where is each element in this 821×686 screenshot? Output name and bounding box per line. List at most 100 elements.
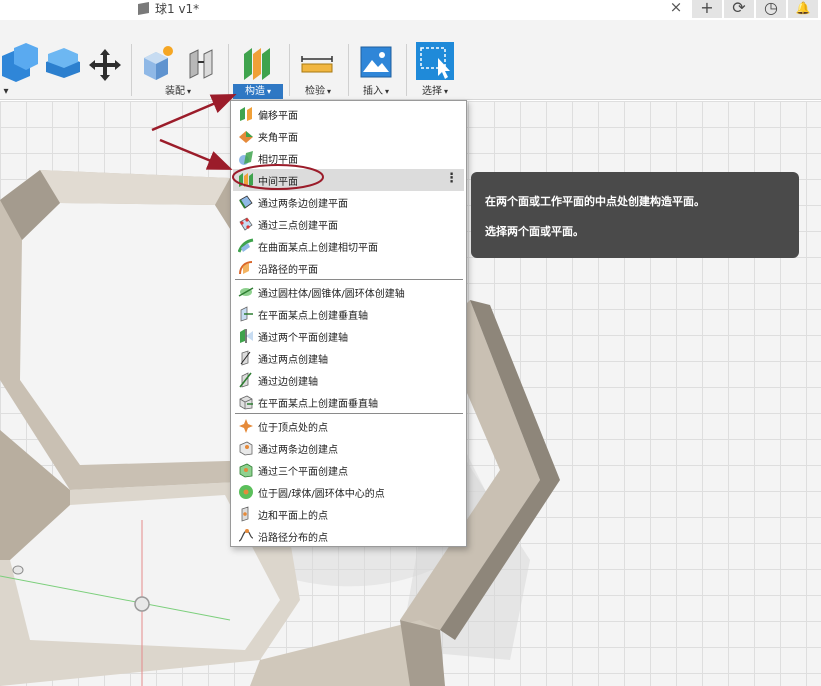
menu-item-label: 相切平面 — [258, 154, 298, 166]
menu-item-point-at-edge-and-plane[interactable]: 边和平面上的点 — [233, 503, 464, 525]
menu-item-tangent-plane-at-point[interactable]: 在曲面某点上创建相切平面 — [233, 235, 464, 257]
tangent-plane-point-icon — [238, 238, 254, 253]
plane-along-path-icon — [239, 261, 253, 275]
toolbar-separator — [131, 44, 132, 96]
point-center-icon — [239, 485, 253, 499]
select-icon[interactable] — [416, 42, 456, 82]
menu-item-plane-along-path[interactable]: 沿路径的平面 — [233, 257, 464, 279]
menu-item-plane-through-two-edges[interactable]: 通过两条边创建平面 — [233, 191, 464, 213]
point-three-planes-icon — [239, 463, 253, 478]
inspect-menu[interactable]: 检验 ▾ — [296, 84, 340, 99]
insert-image-icon[interactable] — [360, 46, 392, 78]
inspect-label: 检验 — [304, 86, 325, 97]
select-label: 选择 — [421, 86, 442, 97]
menu-item-plane-at-angle[interactable]: 夹角平面 — [233, 125, 464, 147]
push-pull-icon[interactable] — [44, 44, 82, 80]
notification-icon[interactable]: 🔔 — [788, 0, 818, 18]
menu-item-label: 沿路径分布的点 — [258, 532, 328, 544]
menu-item-label: 通过圆柱体/圆锥体/圆环体创建轴 — [258, 288, 405, 300]
menu-item-axis-perpendicular-to-face[interactable]: 在平面某点上创建面垂直轴 — [233, 391, 464, 413]
toolbar-separator — [228, 44, 229, 96]
document-tab[interactable]: 球1 v1* — [138, 0, 199, 16]
axis-two-points-icon — [240, 350, 251, 366]
menu-item-point-through-three-planes[interactable]: 通过三个平面创建点 — [233, 459, 464, 481]
menu-item-label: 通过三点创建平面 — [258, 220, 338, 232]
axis-two-planes-icon — [240, 329, 253, 343]
menu-item-midplane[interactable]: 中间平面 ⋮ — [233, 169, 464, 191]
more-options-icon[interactable]: ⋮ — [445, 171, 458, 186]
plane-two-edges-icon — [239, 195, 253, 209]
plane-three-points-icon — [239, 217, 253, 231]
construct-label: 构造 — [244, 86, 265, 97]
plane-at-angle-icon — [239, 131, 253, 143]
menu-item-label: 位于圆/球体/圆环体中心的点 — [258, 488, 385, 500]
axis-cylinder-icon — [238, 287, 254, 297]
modify-menu-caret[interactable]: ▾ — [0, 84, 12, 99]
axis-perpendicular-face-icon — [239, 395, 253, 410]
menu-item-axis-through-two-points[interactable]: 通过两点创建轴 — [233, 347, 464, 369]
insert-menu[interactable]: 插入 ▾ — [354, 84, 398, 99]
menu-separator — [235, 279, 463, 280]
midplane-icon — [239, 173, 253, 187]
select-menu[interactable]: 选择 ▾ — [412, 84, 458, 99]
axis-perpendicular-point-icon — [240, 306, 253, 322]
construct-dropdown-menu: 偏移平面 夹角平面 相切平面 中间平面 ⋮ 通过两条边创建平面 通过三点创建平面… — [230, 100, 467, 547]
menu-item-label: 位于顶点处的点 — [258, 422, 328, 434]
toolbar-separator — [406, 44, 407, 96]
tooltip-description: 在两个面或工作平面的中点处创建构造平面。 — [485, 195, 705, 208]
menu-item-label: 在曲面某点上创建相切平面 — [258, 242, 378, 254]
menu-item-point-at-center[interactable]: 位于圆/球体/圆环体中心的点 — [233, 481, 464, 503]
construct-menu[interactable]: 构造 ▾ — [233, 84, 283, 99]
move-icon[interactable] — [88, 48, 122, 82]
measure-icon[interactable] — [300, 52, 334, 74]
toolbar-separator — [348, 44, 349, 96]
point-along-path-icon — [238, 529, 254, 542]
box-tool-icon[interactable] — [0, 42, 40, 82]
close-tab-icon[interactable]: × — [668, 0, 684, 15]
document-title: 球1 v1* — [155, 1, 200, 16]
construct-plane-icon[interactable] — [240, 44, 276, 82]
tooltip-instruction: 选择两个面或平面。 — [485, 225, 584, 238]
menu-item-point-at-vertex[interactable]: 位于顶点处的点 — [233, 415, 464, 437]
midplane-tooltip: 在两个面或工作平面的中点处创建构造平面。 选择两个面或平面。 — [471, 172, 799, 258]
new-tab-button[interactable]: + — [692, 0, 722, 18]
menu-item-label: 通过两条边创建点 — [258, 444, 338, 456]
menu-item-label: 通过三个平面创建点 — [258, 466, 348, 478]
menu-item-label: 在平面某点上创建面垂直轴 — [258, 398, 378, 410]
menu-item-label: 在平面某点上创建垂直轴 — [258, 310, 368, 322]
point-edge-plane-icon — [241, 506, 249, 522]
menu-item-axis-through-two-planes[interactable]: 通过两个平面创建轴 — [233, 325, 464, 347]
document-tab-bar: 球1 v1* × + ⟳ ◷ 🔔 — [0, 0, 821, 20]
menu-item-label: 通过两条边创建平面 — [258, 198, 348, 210]
joint-icon[interactable] — [184, 46, 218, 80]
offset-plane-icon — [240, 107, 252, 121]
menu-item-label: 通过边创建轴 — [258, 376, 318, 388]
menu-item-label: 边和平面上的点 — [258, 510, 328, 522]
insert-label: 插入 — [362, 86, 383, 97]
job-status-icon[interactable]: ◷ — [756, 0, 786, 18]
menu-item-label: 偏移平面 — [258, 110, 298, 122]
document-cube-icon — [138, 1, 149, 15]
toolbar-separator — [289, 44, 290, 96]
menu-item-axis-perpendicular-at-point[interactable]: 在平面某点上创建垂直轴 — [233, 303, 464, 325]
tangent-plane-icon — [239, 151, 253, 165]
menu-item-offset-plane[interactable]: 偏移平面 — [233, 103, 464, 125]
assemble-label: 装配 — [164, 86, 185, 97]
ribbon-toolbar: ▾ 装配 ▾ 构造 ▾ 检验 ▾ 插入 ▾ 选择 ▾ — [0, 20, 821, 100]
assemble-menu[interactable]: 装配 ▾ — [150, 84, 206, 99]
menu-item-axis-through-cylinder[interactable]: 通过圆柱体/圆锥体/圆环体创建轴 — [233, 281, 464, 303]
axis-edge-icon — [239, 372, 252, 388]
menu-item-tangent-plane[interactable]: 相切平面 — [233, 147, 464, 169]
refresh-icon[interactable]: ⟳ — [724, 0, 754, 18]
point-two-edges-icon — [239, 441, 253, 456]
menu-separator — [235, 413, 463, 414]
menu-item-point-along-path[interactable]: 沿路径分布的点 — [233, 525, 464, 547]
menu-item-point-through-two-edges[interactable]: 通过两条边创建点 — [233, 437, 464, 459]
new-component-icon[interactable] — [140, 44, 176, 80]
menu-item-label: 通过两个平面创建轴 — [258, 332, 348, 344]
menu-item-plane-through-three-points[interactable]: 通过三点创建平面 — [233, 213, 464, 235]
menu-item-label: 中间平面 — [258, 176, 298, 188]
menu-item-axis-through-edge[interactable]: 通过边创建轴 — [233, 369, 464, 391]
menu-item-label: 夹角平面 — [258, 132, 298, 144]
point-vertex-icon — [239, 419, 253, 433]
